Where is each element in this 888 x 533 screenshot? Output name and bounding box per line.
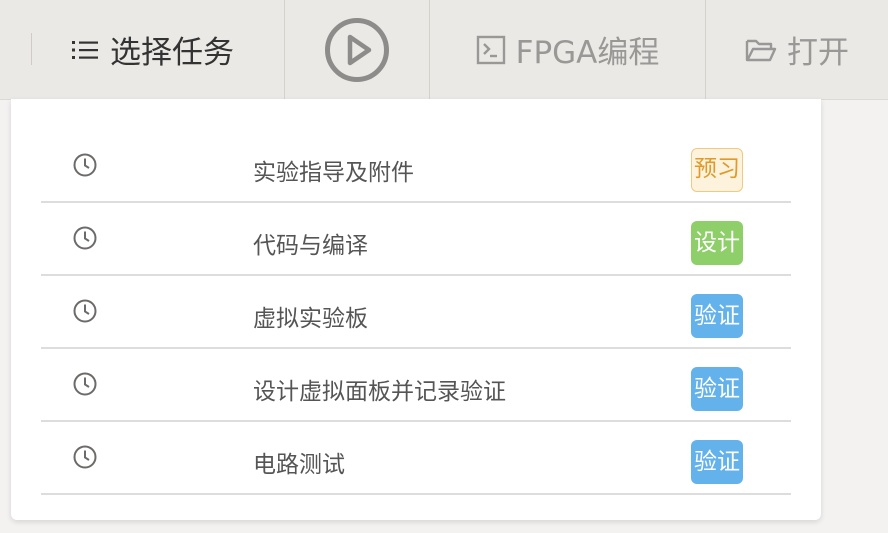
task-name: 实验指导及附件 <box>253 160 414 186</box>
terminal-icon <box>476 35 506 65</box>
task-name: 虚拟实验板 <box>253 306 368 332</box>
task-row[interactable]: 虚拟实验板 验证 <box>41 276 791 349</box>
task-type-badge: 验证 <box>691 440 743 484</box>
fpga-program-label: FPGA编程 <box>515 35 660 71</box>
task-row[interactable]: 代码与编译 设计 <box>41 203 791 276</box>
task-type-badge: 设计 <box>691 221 743 265</box>
open-button[interactable]: 打开 <box>706 0 888 99</box>
list-icon <box>70 38 100 62</box>
task-type-badge: 预习 <box>691 148 743 192</box>
select-task-label: 选择任务 <box>110 35 234 71</box>
toolbar: 选择任务 FPGA编程 打开 <box>0 0 888 100</box>
task-name: 电路测试 <box>253 452 345 478</box>
select-task-button[interactable]: 选择任务 <box>0 0 285 99</box>
clock-icon <box>72 298 98 328</box>
task-dropdown-panel: 实验指导及附件 预习 代码与编译 设计 虚拟实验板 验证 设计虚拟面板并记录验证… <box>11 99 821 520</box>
fpga-program-button[interactable]: FPGA编程 <box>430 0 706 99</box>
folder-open-icon <box>745 36 777 64</box>
toolbar-leading-divider <box>31 33 32 65</box>
clock-icon <box>72 152 98 182</box>
task-row[interactable]: 设计虚拟面板并记录验证 验证 <box>41 349 791 422</box>
task-name: 代码与编译 <box>253 233 368 259</box>
clock-icon <box>72 225 98 255</box>
task-list: 实验指导及附件 预习 代码与编译 设计 虚拟实验板 验证 设计虚拟面板并记录验证… <box>41 130 791 495</box>
task-row[interactable]: 实验指导及附件 预习 <box>41 130 791 203</box>
clock-icon <box>72 444 98 474</box>
open-label: 打开 <box>787 35 849 71</box>
clock-icon <box>72 371 98 401</box>
task-row[interactable]: 电路测试 验证 <box>41 422 791 495</box>
run-button[interactable] <box>285 0 430 99</box>
task-type-badge: 验证 <box>691 367 743 411</box>
task-type-badge: 验证 <box>691 294 743 338</box>
play-circle-icon <box>324 17 390 83</box>
task-name: 设计虚拟面板并记录验证 <box>253 379 506 405</box>
